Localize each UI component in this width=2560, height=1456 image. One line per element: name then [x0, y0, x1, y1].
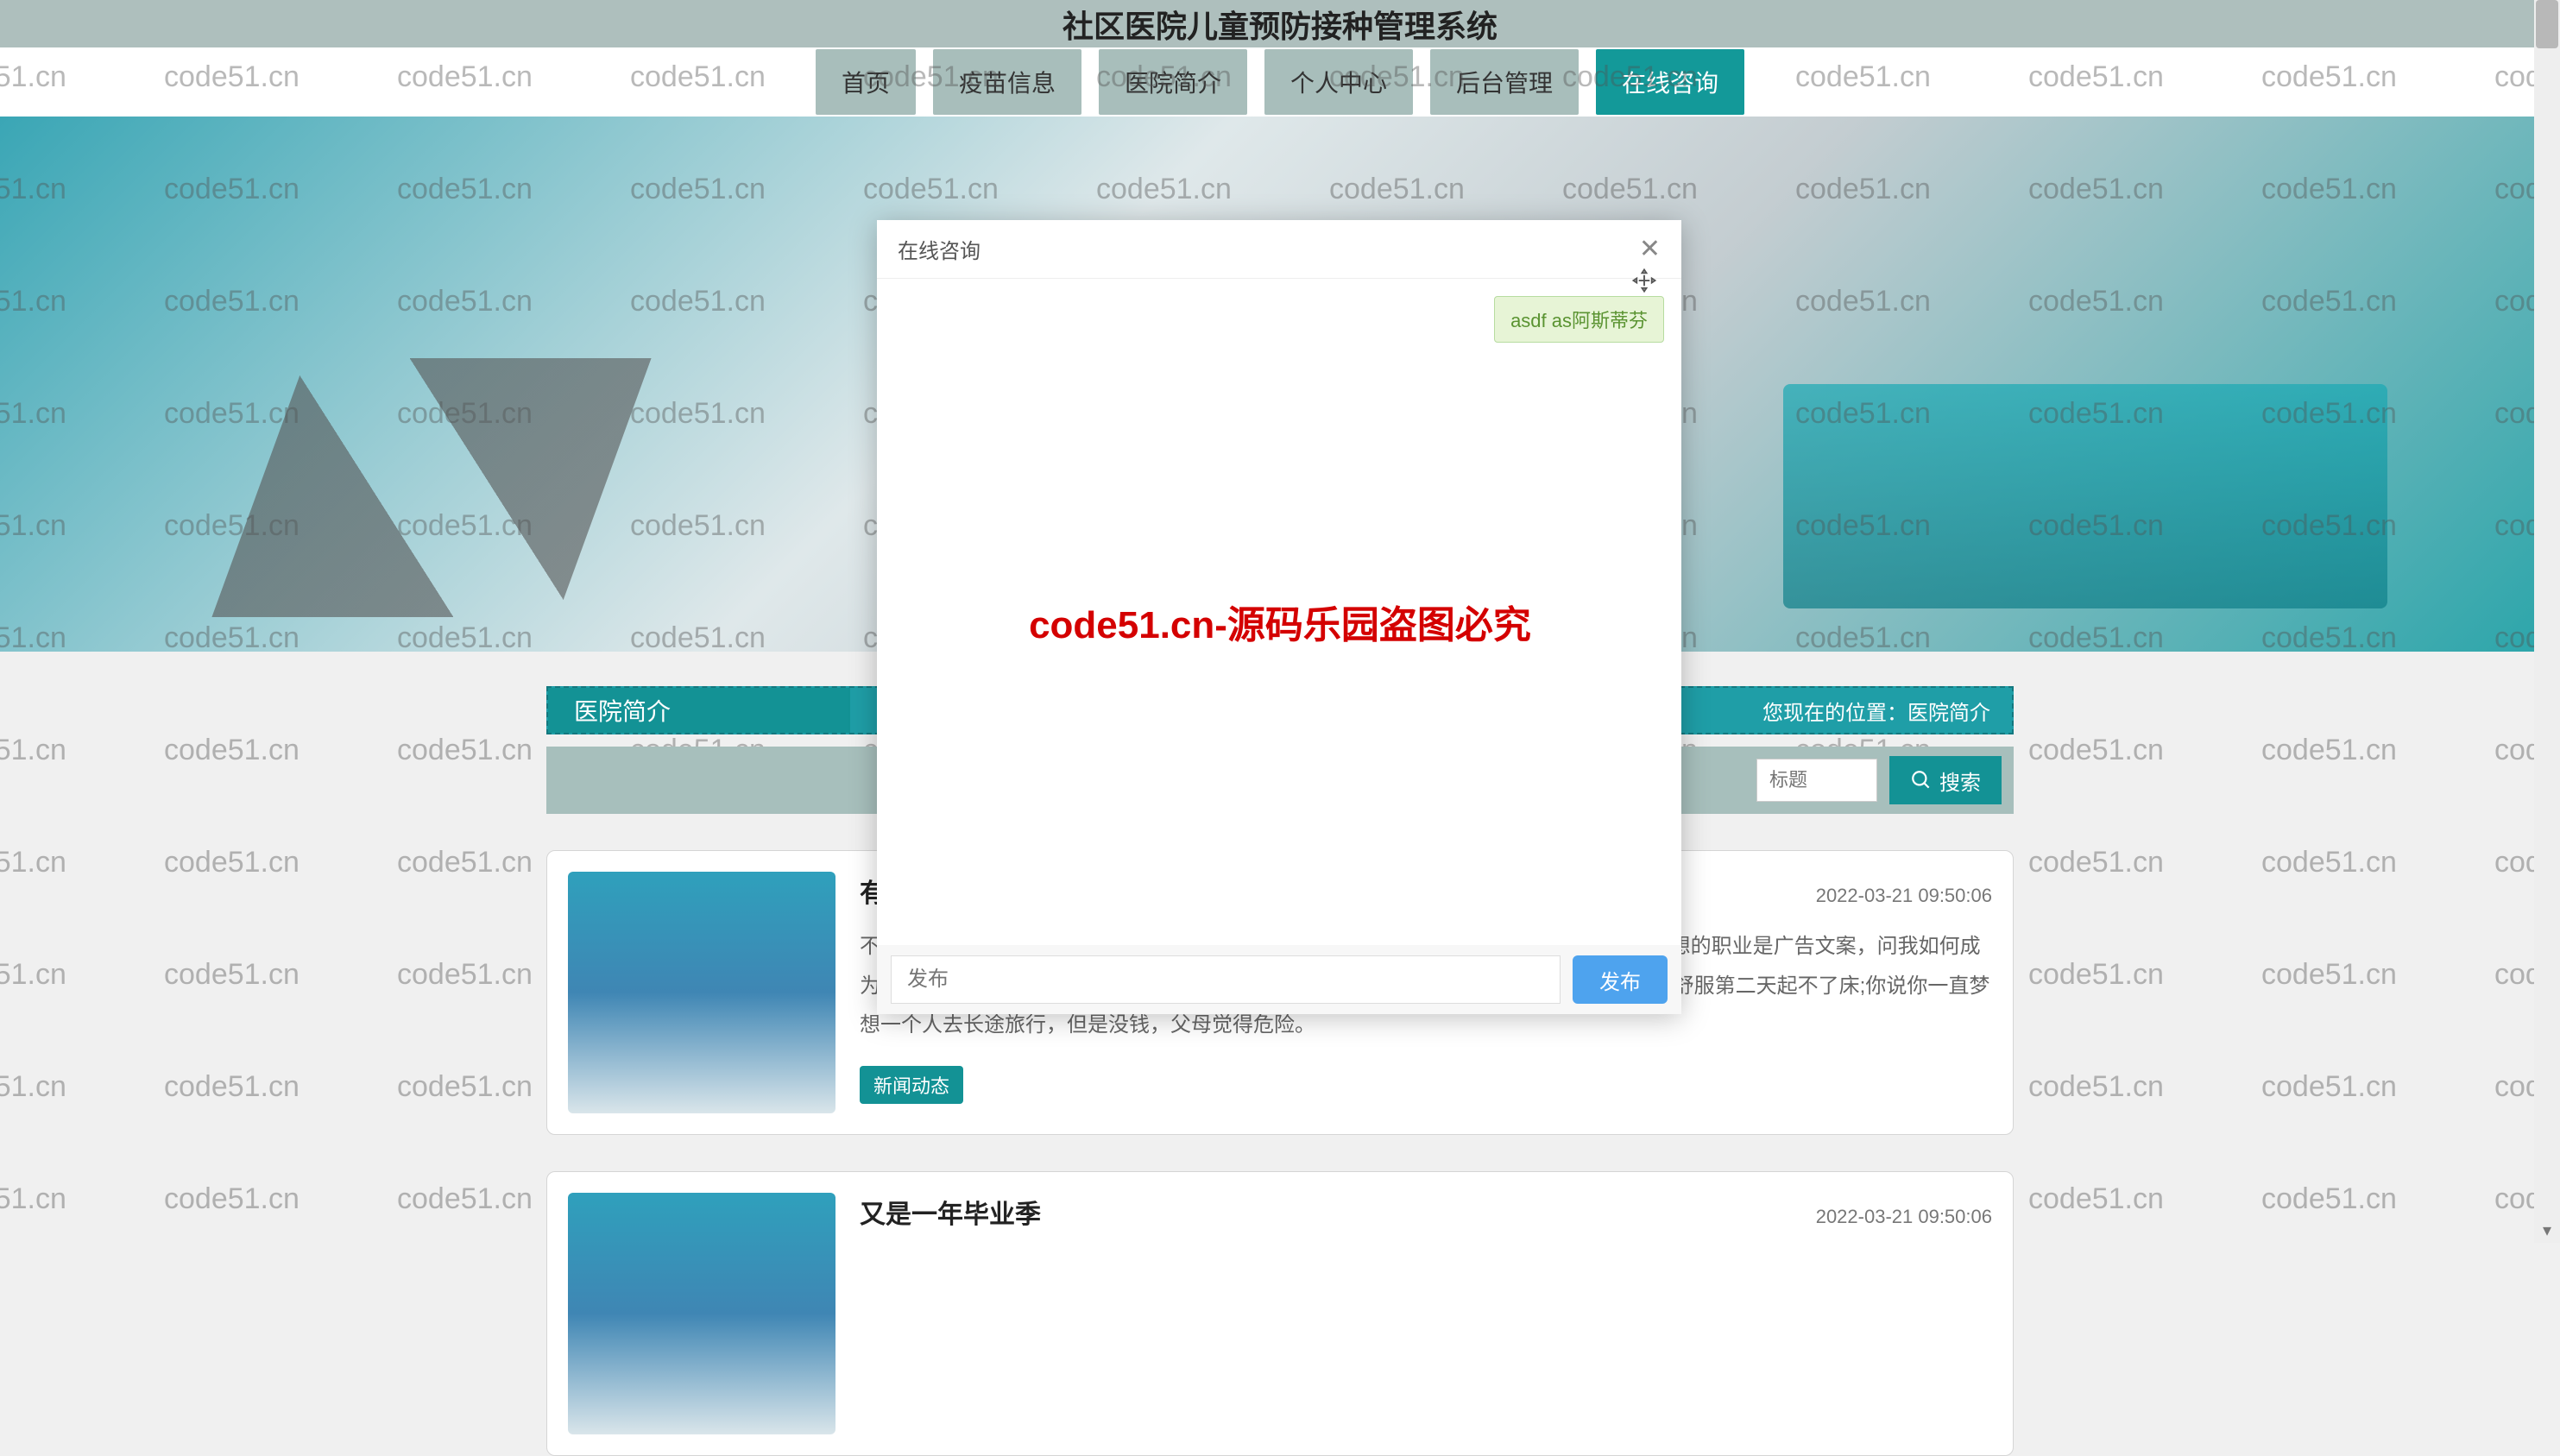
modal-header[interactable]: 在线咨询 ✕ — [877, 220, 1681, 279]
modal-footer: 发布 — [877, 945, 1681, 1014]
close-icon[interactable]: ✕ — [1639, 236, 1661, 262]
chat-input[interactable] — [891, 955, 1561, 1004]
modal-title: 在线咨询 — [898, 234, 980, 264]
chat-body: asdf as阿斯蒂芬 — [877, 279, 1681, 945]
page-scrollbar[interactable]: ▾ — [2534, 0, 2560, 1243]
scroll-down-arrow[interactable]: ▾ — [2534, 1217, 2560, 1243]
scroll-thumb[interactable] — [2536, 0, 2558, 48]
chat-modal: 在线咨询 ✕ asdf as阿斯蒂芬 发布 — [877, 220, 1681, 1014]
chat-message: asdf as阿斯蒂芬 — [1494, 296, 1664, 343]
publish-button[interactable]: 发布 — [1573, 955, 1668, 1004]
